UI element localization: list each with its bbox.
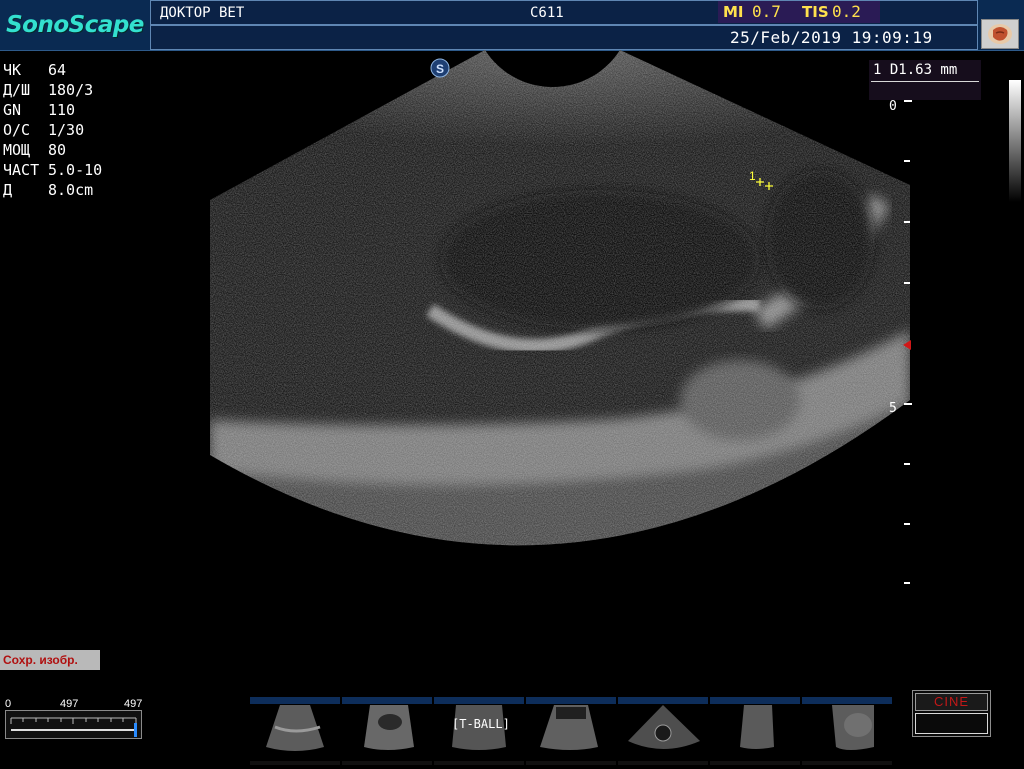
measurement-divider [871, 81, 979, 82]
cine-ruler [10, 717, 137, 737]
depth-tick [904, 582, 910, 584]
focus-marker-icon[interactable] [903, 340, 911, 350]
cine-max-label: 497 [124, 698, 143, 710]
cine-status-box [915, 713, 988, 734]
cine-current-label: 497 [60, 698, 79, 710]
ultrasound-image[interactable]: S 1 [0, 50, 1024, 610]
depth-tick [904, 100, 912, 102]
depth-tick [904, 282, 910, 284]
tis-value: 0.2 [832, 2, 861, 21]
mi-value: 0.7 [752, 2, 781, 21]
organ-graphic [988, 24, 1012, 44]
cine-slider-handle[interactable] [134, 723, 137, 737]
cine-min-label: 0 [5, 698, 12, 710]
measurement-result: 1 D1.63 mm [873, 62, 958, 78]
thumbnail-item[interactable] [802, 697, 892, 765]
scan-sector [210, 50, 910, 546]
thumbnail-item[interactable] [618, 697, 708, 765]
thumbnail-item[interactable] [710, 697, 800, 765]
thumbnail-item[interactable] [526, 697, 616, 765]
depth-tick [904, 160, 910, 162]
thumbnail-item[interactable] [434, 697, 524, 765]
cine-button[interactable]: CINE [915, 693, 988, 711]
cine-progress-track [11, 729, 136, 731]
probe-orientation-glyph: S [436, 62, 444, 76]
thumbnail-strip [248, 697, 908, 765]
depth-tick [904, 463, 910, 465]
depth-tick [904, 523, 910, 525]
depth-label-mid: 5 [889, 401, 897, 416]
thumbnail-label: [T-BALL] [452, 717, 510, 731]
date-time: 25/Feb/2019 19:09:19 [730, 28, 933, 47]
grayscale-bar [1009, 80, 1021, 202]
cine-slider[interactable] [5, 710, 142, 739]
caliper-label: 1 [749, 169, 756, 183]
thumbnail-item[interactable] [250, 697, 340, 765]
abdomen-organ-icon[interactable] [981, 19, 1019, 49]
mi-label: MI [723, 3, 744, 21]
patient-name: ДОКТОР ВЕТ [160, 5, 245, 21]
sonoscape-logo: SonoScape [6, 12, 144, 38]
tis-label: TIS [802, 3, 829, 21]
probe-name: C611 [530, 5, 564, 21]
save-image-button[interactable]: Сохр. изобр. [0, 650, 100, 670]
depth-tick [904, 403, 912, 405]
depth-tick [904, 221, 910, 223]
thumbnail-item[interactable] [342, 697, 432, 765]
depth-label-top: 0 [889, 99, 897, 114]
